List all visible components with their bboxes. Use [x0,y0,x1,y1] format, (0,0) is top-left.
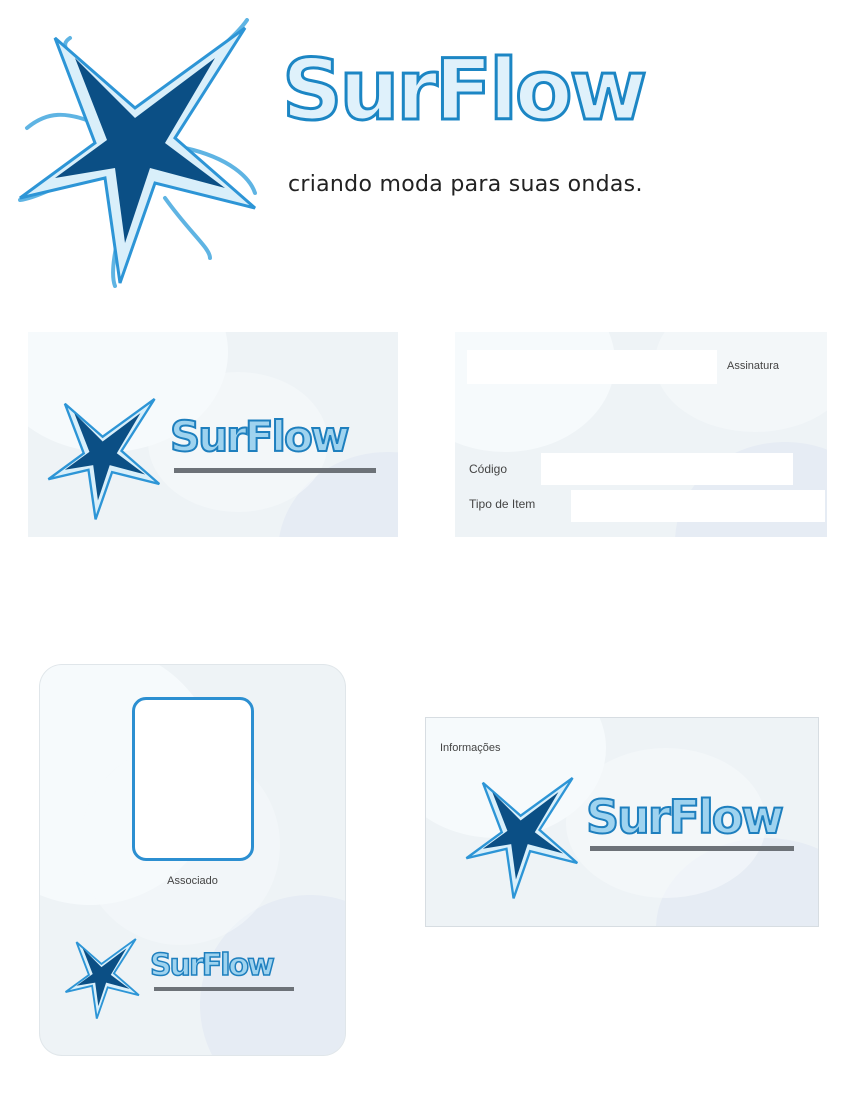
signature-label: Assinatura [727,360,779,372]
type-field[interactable] [571,490,825,522]
associate-label: Associado [167,875,218,887]
business-card-front: SurFlow [28,332,398,537]
brand-wordmark-small: SurFlow [169,412,351,461]
brand-underline [174,468,376,473]
star-logo-icon [465,777,579,899]
id-badge: Associado SurFlow [40,665,345,1055]
surflow-star-logo [18,18,257,288]
brand-underline [154,987,294,991]
signature-field[interactable] [467,350,717,384]
info-label: Informações [440,742,501,754]
brand-wordmark-small: SurFlow [149,948,275,983]
brand-underline [590,846,794,851]
code-label: Código [469,462,508,476]
star-logo-icon [47,398,161,520]
type-label: Tipo de Item [469,497,536,511]
brand-wordmark: SurFlow [280,41,648,139]
info-card: Informações SurFlow [426,718,818,926]
code-field[interactable] [541,453,793,485]
photo-frame[interactable] [132,697,254,861]
star-logo-icon [65,938,140,1019]
brand-tagline: criando moda para suas ondas. [288,172,643,197]
business-card-back: Assinatura Código Tipo de Item [455,332,827,537]
brand-wordmark-small: SurFlow [585,790,785,844]
